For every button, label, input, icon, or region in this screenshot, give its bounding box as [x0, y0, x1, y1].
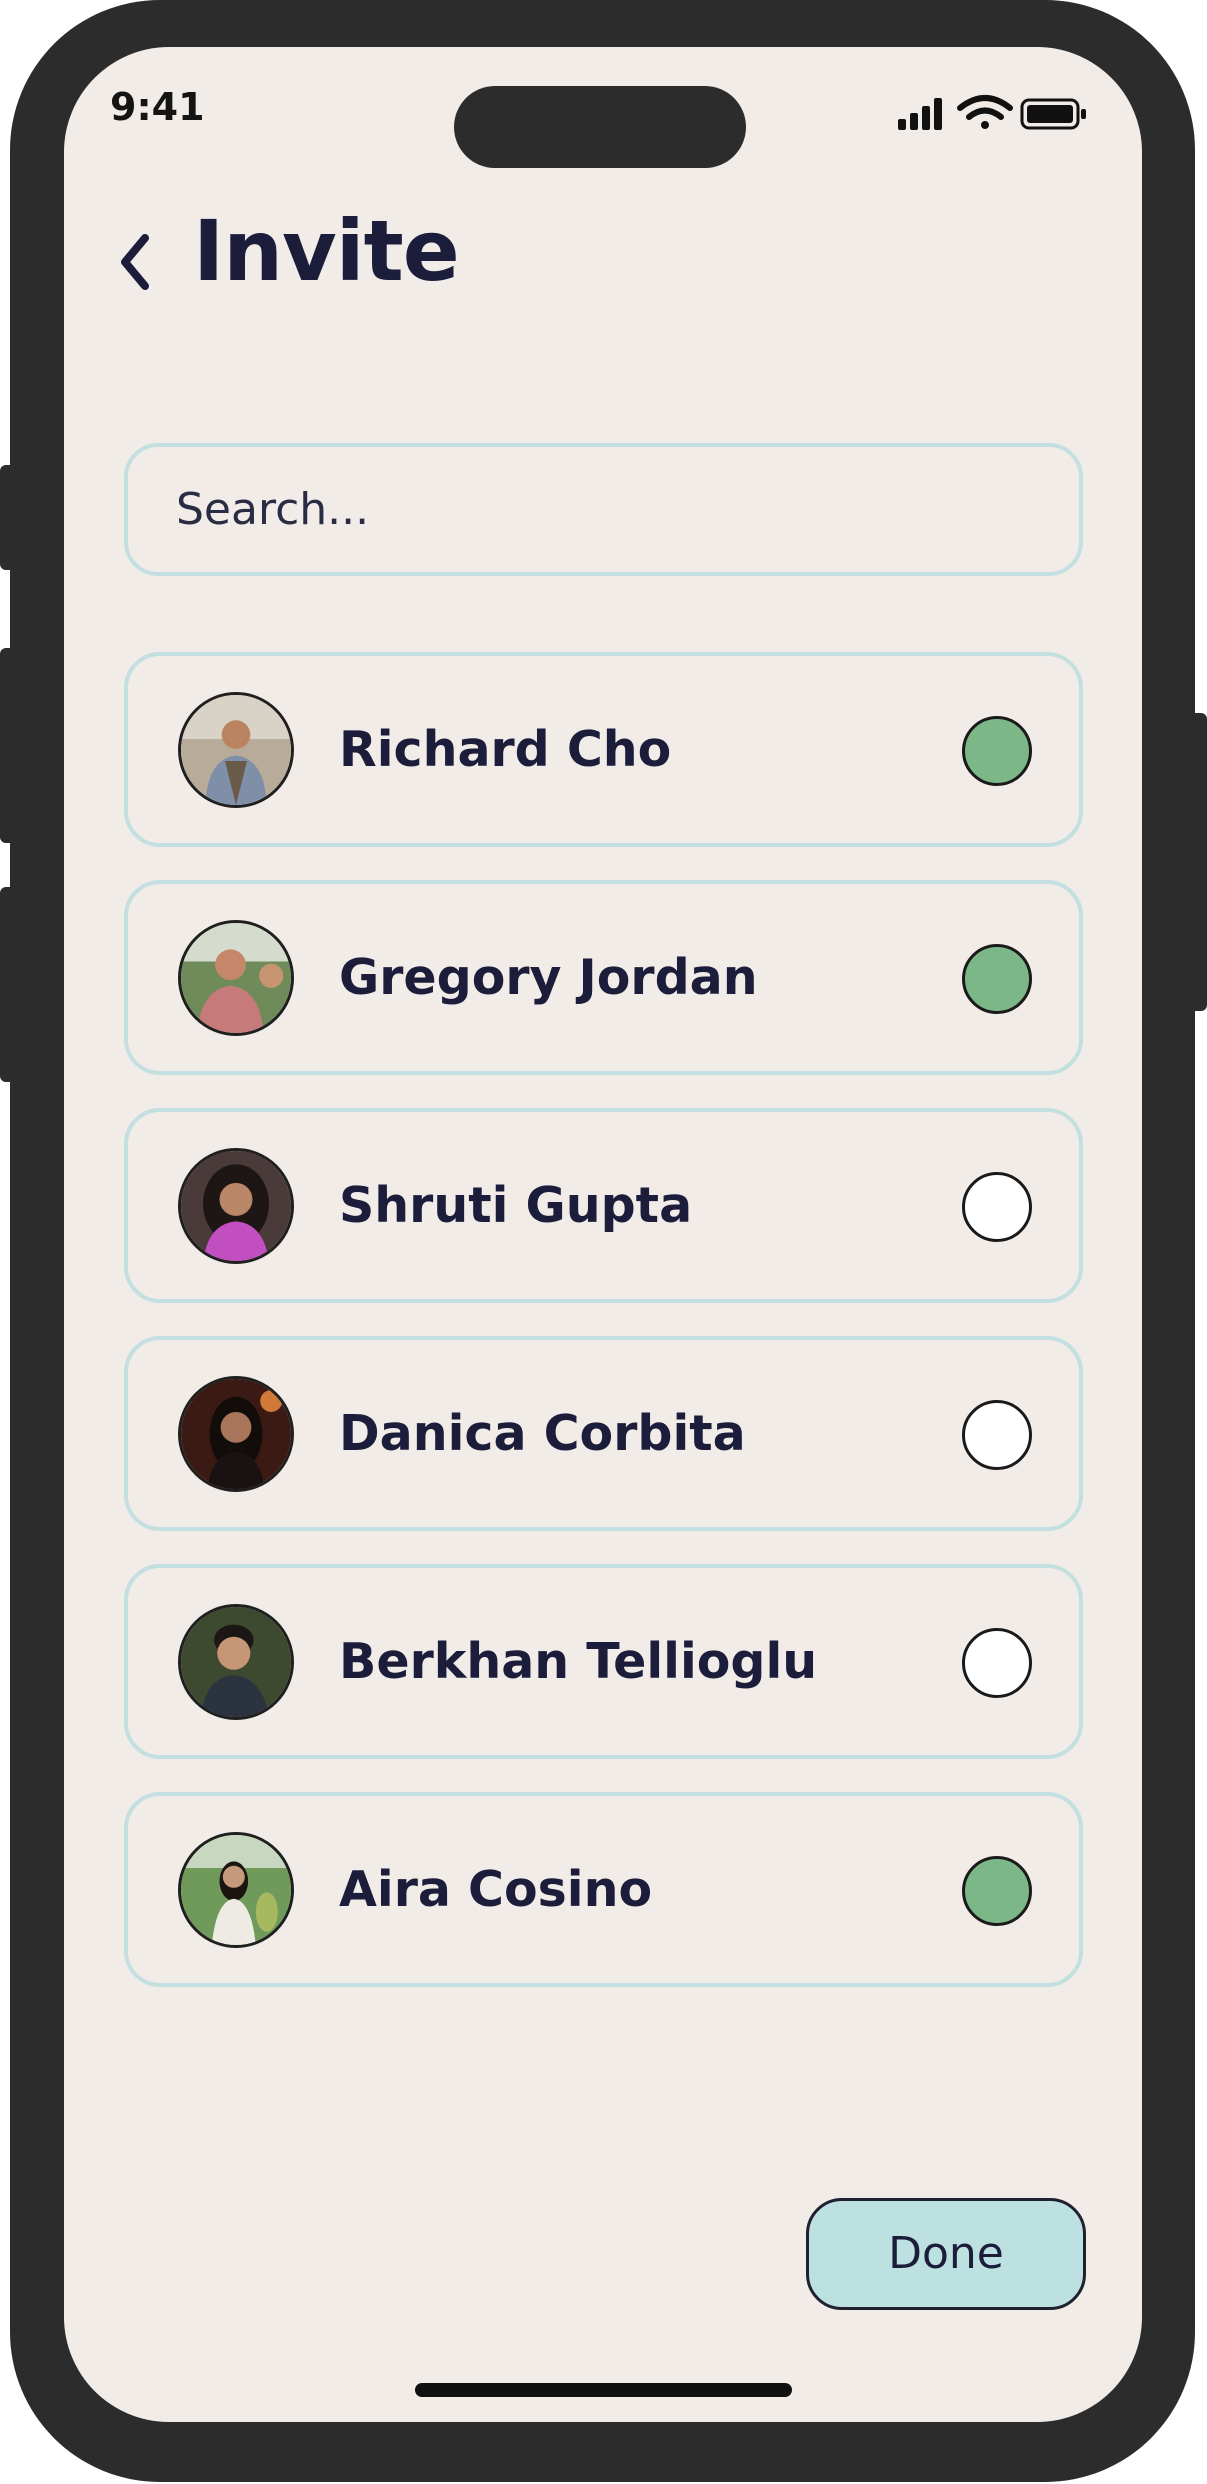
avatar — [178, 1376, 294, 1492]
contact-name: Danica Corbita — [339, 1405, 746, 1462]
done-button[interactable]: Done — [806, 2198, 1086, 2310]
contact-row-shruti-gupta[interactable]: Shruti Gupta — [124, 1108, 1083, 1303]
contact-row-gregory-jordan[interactable]: Gregory Jordan — [124, 880, 1083, 1075]
avatar — [178, 920, 294, 1036]
volume-down-button — [0, 887, 14, 1082]
search-box[interactable] — [124, 443, 1083, 576]
home-indicator — [415, 2383, 792, 2397]
signal-icon — [898, 98, 942, 130]
selection-checkbox[interactable] — [962, 1172, 1032, 1242]
status-time: 9:41 — [110, 85, 205, 129]
contact-name: Aira Cosino — [339, 1861, 653, 1918]
battery-icon — [1020, 98, 1086, 130]
back-chevron-icon[interactable] — [115, 232, 155, 292]
contact-name: Richard Cho — [339, 721, 672, 778]
contact-row-aira-cosino[interactable]: Aira Cosino — [124, 1792, 1083, 1987]
wifi-icon — [957, 95, 1013, 129]
status-icons — [898, 95, 1086, 130]
selection-checkbox[interactable] — [962, 1400, 1032, 1470]
volume-up-button — [0, 648, 14, 843]
avatar — [178, 1148, 294, 1264]
contact-row-berkhan-tellioglu[interactable]: Berkhan Tellioglu — [124, 1564, 1083, 1759]
avatar — [178, 1604, 294, 1720]
search-input[interactable] — [176, 447, 1036, 572]
contact-name: Shruti Gupta — [339, 1177, 693, 1234]
contact-name: Gregory Jordan — [339, 949, 758, 1006]
selection-checkbox[interactable] — [962, 944, 1032, 1014]
contact-row-danica-corbita[interactable]: Danica Corbita — [124, 1336, 1083, 1531]
power-button — [1190, 713, 1207, 1011]
avatar — [178, 1832, 294, 1948]
selection-checkbox[interactable] — [962, 1856, 1032, 1926]
selection-checkbox[interactable] — [962, 1628, 1032, 1698]
avatar — [178, 692, 294, 808]
silent-switch — [0, 465, 14, 570]
dynamic-island — [454, 86, 746, 168]
page-title: Invite — [193, 202, 460, 300]
selection-checkbox[interactable] — [962, 716, 1032, 786]
contact-row-richard-cho[interactable]: Richard Cho — [124, 652, 1083, 847]
contact-name: Berkhan Tellioglu — [339, 1633, 818, 1690]
